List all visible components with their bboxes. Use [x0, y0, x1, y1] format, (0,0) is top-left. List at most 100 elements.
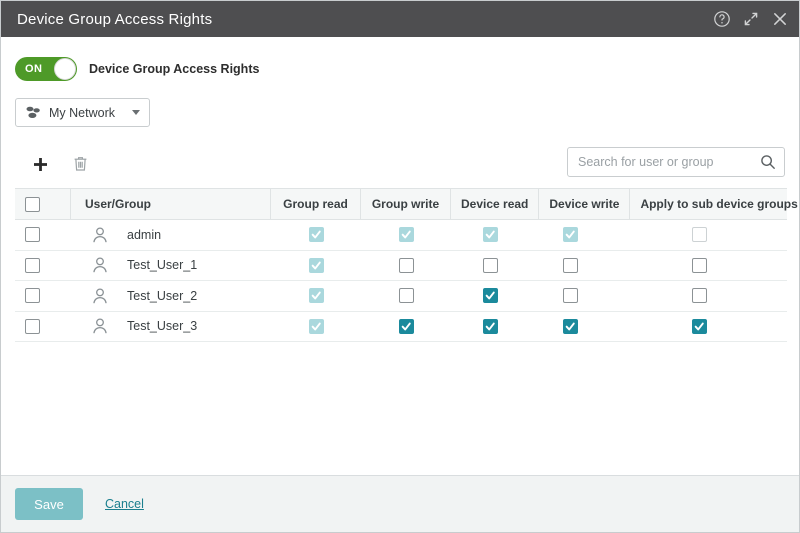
column-header-device-write[interactable]: Device write: [539, 189, 631, 219]
device-group-icon: [25, 105, 42, 120]
dialog-window: Device Group Access Rights ON Device Gro…: [0, 0, 800, 533]
group-read-checkbox: [308, 257, 324, 273]
row-select-cell: [15, 220, 71, 250]
user-icon: [91, 317, 109, 335]
table-body: admin Test_User_1 Test_User_2 Test_User_3: [15, 220, 787, 342]
network-selector-label: My Network: [49, 105, 115, 120]
apply-sub-device-groups-checkbox-cell: [611, 220, 787, 250]
page-title: Device Group Access Rights: [17, 10, 213, 28]
group-write-checkbox[interactable]: [398, 257, 414, 273]
apply-sub-device-groups-checkbox-cell: [611, 281, 787, 311]
close-icon[interactable]: [771, 10, 789, 28]
group-read-checkbox-cell: [271, 220, 361, 250]
toggle-caption: Device Group Access Rights: [89, 62, 260, 76]
group-read-checkbox-cell: [271, 312, 361, 342]
select-all-header: [15, 189, 71, 219]
device-write-checkbox[interactable]: [562, 257, 578, 273]
device-read-checkbox[interactable]: [482, 318, 498, 334]
table-row[interactable]: admin: [15, 220, 787, 251]
group-write-checkbox: [398, 227, 414, 243]
group-write-checkbox-cell: [361, 281, 451, 311]
group-write-checkbox[interactable]: [398, 288, 414, 304]
user-group-name: Test_User_2: [127, 288, 198, 303]
search-icon[interactable]: [760, 154, 776, 170]
group-read-checkbox-cell: [271, 281, 361, 311]
user-icon: [91, 287, 109, 305]
column-header-device-read[interactable]: Device read: [451, 189, 540, 219]
table-row[interactable]: Test_User_1: [15, 250, 787, 281]
toggle-state-label: ON: [25, 63, 43, 75]
device-read-checkbox-cell: [451, 312, 529, 342]
save-button[interactable]: Save: [15, 488, 83, 520]
device-write-checkbox-cell: [529, 220, 611, 250]
table-row[interactable]: Test_User_2: [15, 281, 787, 312]
group-write-checkbox-cell: [361, 312, 451, 342]
column-header-user-group[interactable]: User/Group: [71, 189, 271, 219]
user-group-name: Test_User_1: [127, 258, 198, 273]
row-select-checkbox[interactable]: [25, 227, 40, 243]
apply-sub-device-groups-checkbox: [691, 227, 707, 243]
user-group-cell: admin: [71, 220, 271, 250]
access-rights-toggle-row: ON Device Group Access Rights: [15, 57, 785, 81]
user-group-name: Test_User_3: [127, 319, 198, 334]
row-select-cell: [15, 251, 71, 281]
apply-sub-device-groups-checkbox[interactable]: [691, 257, 707, 273]
help-icon[interactable]: [713, 10, 731, 28]
column-header-group-write[interactable]: Group write: [361, 189, 451, 219]
add-user-button[interactable]: [27, 151, 53, 177]
select-all-checkbox[interactable]: [25, 196, 40, 212]
device-read-checkbox: [482, 227, 498, 243]
device-read-checkbox-cell: [451, 251, 529, 281]
group-read-checkbox: [308, 288, 324, 304]
device-read-checkbox-cell: [451, 281, 529, 311]
dialog-footer: Save Cancel: [1, 475, 799, 532]
title-bar: Device Group Access Rights: [1, 1, 799, 37]
device-read-checkbox[interactable]: [482, 288, 498, 304]
apply-sub-device-groups-checkbox-cell: [611, 312, 787, 342]
device-read-checkbox-cell: [451, 220, 529, 250]
delete-button[interactable]: [67, 151, 93, 177]
device-write-checkbox-cell: [529, 312, 611, 342]
search-input[interactable]: [578, 155, 760, 169]
column-header-group-read[interactable]: Group read: [271, 189, 361, 219]
table-row[interactable]: Test_User_3: [15, 311, 787, 342]
user-group-cell: Test_User_1: [71, 251, 271, 281]
table-header-row: User/Group Group read Group write Device…: [15, 189, 798, 220]
title-bar-actions: [713, 10, 789, 28]
maximize-icon[interactable]: [742, 10, 760, 28]
dialog-body: ON Device Group Access Rights My Network: [1, 37, 799, 475]
device-write-checkbox[interactable]: [562, 318, 578, 334]
group-read-checkbox: [308, 318, 324, 334]
search-box[interactable]: [567, 147, 785, 177]
cancel-link[interactable]: Cancel: [105, 497, 144, 511]
group-read-checkbox-cell: [271, 251, 361, 281]
table-toolbar: [15, 147, 785, 179]
apply-sub-device-groups-checkbox-cell: [611, 251, 787, 281]
device-write-checkbox[interactable]: [562, 288, 578, 304]
access-rights-table: User/Group Group read Group write Device…: [15, 188, 798, 342]
group-write-checkbox-cell: [361, 220, 451, 250]
network-selector-dropdown[interactable]: My Network: [15, 98, 150, 127]
device-read-checkbox[interactable]: [482, 257, 498, 273]
row-select-checkbox[interactable]: [25, 318, 40, 334]
group-read-checkbox: [308, 227, 324, 243]
row-select-checkbox[interactable]: [25, 288, 40, 304]
device-write-checkbox: [562, 227, 578, 243]
column-header-apply-sub-device-groups[interactable]: Apply to sub device groups: [630, 189, 799, 219]
user-icon: [91, 256, 109, 274]
device-write-checkbox-cell: [529, 251, 611, 281]
apply-sub-device-groups-checkbox[interactable]: [691, 318, 707, 334]
user-group-cell: Test_User_2: [71, 281, 271, 311]
apply-sub-device-groups-checkbox[interactable]: [691, 288, 707, 304]
user-group-name: admin: [127, 227, 162, 242]
row-select-cell: [15, 281, 71, 311]
access-rights-toggle[interactable]: ON: [15, 57, 77, 81]
device-write-checkbox-cell: [529, 281, 611, 311]
row-select-checkbox[interactable]: [25, 257, 40, 273]
row-select-cell: [15, 312, 71, 342]
toggle-knob: [54, 58, 76, 80]
group-write-checkbox[interactable]: [398, 318, 414, 334]
user-icon: [91, 226, 109, 244]
user-group-cell: Test_User_3: [71, 312, 271, 342]
group-write-checkbox-cell: [361, 251, 451, 281]
